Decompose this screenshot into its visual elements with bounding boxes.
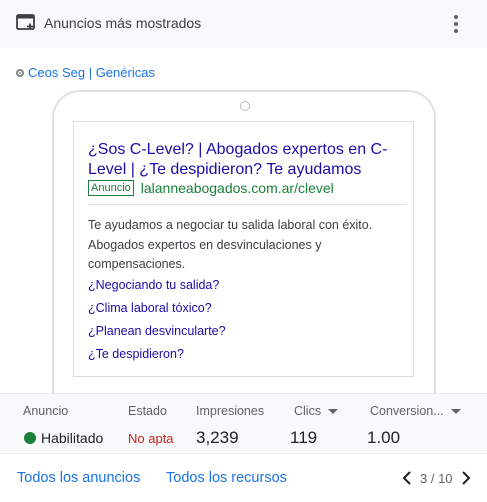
col-ad-header: Anuncio [23, 404, 69, 418]
ad-badge: Anuncio [88, 180, 134, 196]
ad-headline[interactable]: ¿Sos C-Level? | Abogados expertos en C- … [88, 140, 404, 180]
ad-headline-line-1: ¿Sos C-Level? | Abogados expertos en C- [88, 141, 388, 158]
card-header: Anuncios más mostrados [0, 0, 487, 48]
card-title: Anuncios más mostrados [44, 15, 202, 31]
sitelink[interactable]: ¿Planean desvincularte? [88, 320, 226, 343]
ad-sitelinks: ¿Negociando tu salida? ¿Clima laboral tó… [88, 274, 226, 366]
col-conversions-label: Conversion... [370, 404, 444, 418]
ad-description-line-2: Abogados expertos en desvinculaciones y [88, 237, 322, 252]
ad-preview: ¿Sos C-Level? | Abogados expertos en C- … [73, 121, 414, 377]
chevron-right-icon[interactable] [459, 470, 473, 486]
clicks-value: 119 [290, 428, 318, 447]
chevron-down-icon [328, 408, 339, 414]
window-add-icon [16, 14, 35, 30]
ad-status: Habilitado [41, 430, 104, 446]
conversions-value: 1.00 [367, 428, 401, 447]
ad-headline-line-2: Level | ¿Te despidieron? Te ayudamos [88, 161, 362, 178]
status-dot-icon [24, 432, 36, 444]
sitelink[interactable]: ¿Te despidieron? [88, 343, 226, 366]
pager: 3 / 10 [400, 470, 473, 486]
menu-dot [454, 15, 458, 19]
col-conversions-header[interactable]: Conversion... [370, 404, 461, 418]
more-vert-icon[interactable] [446, 12, 466, 36]
ad-status-cell: Habilitado [24, 428, 103, 448]
eligibility-status: No apta [128, 431, 174, 446]
ad-description: Te ayudamos a negociar tu salida laboral… [88, 216, 404, 275]
sitelink[interactable]: ¿Negociando tu salida? [88, 274, 226, 297]
all-assets-link[interactable]: Todos los recursos [166, 470, 287, 486]
page-indicator: 3 / 10 [420, 470, 453, 486]
ad-description-line-3: compensaciones. [88, 257, 186, 271]
col-status-header: Estado [128, 404, 167, 418]
ad-description-line-1: Te ayudamos a negociar tu salida laboral… [88, 218, 373, 232]
ad-display-url: lalanneabogados.com.ar/clevel [140, 180, 334, 196]
card-footer: Todos los anuncios Todos los recursos 3 … [0, 453, 487, 502]
campaign-name: Ceos Seg | Genéricas [28, 65, 155, 80]
sitelink[interactable]: ¿Clima laboral tóxico? [88, 297, 226, 320]
menu-dot [454, 22, 458, 26]
phone-camera-icon [240, 101, 250, 111]
menu-dot [454, 29, 458, 33]
col-impressions-header: Impresiones [196, 404, 265, 418]
impressions-value: 3,239 [196, 428, 239, 447]
chevron-down-icon [450, 408, 461, 414]
col-clicks-header[interactable]: Clics [294, 404, 339, 418]
chevron-left-icon[interactable] [400, 470, 414, 486]
col-clicks-label: Clics [294, 404, 322, 418]
campaign-status-icon [16, 68, 24, 77]
campaign-link[interactable]: Ceos Seg | Genéricas [16, 65, 155, 80]
stats-table: Anuncio Estado Impresiones Clics Convers… [0, 393, 487, 453]
ad-divider [88, 204, 406, 205]
all-ads-link[interactable]: Todos los anuncios [17, 470, 140, 486]
ad-url-row: Anuncio lalanneabogados.com.ar/clevel [88, 180, 334, 196]
